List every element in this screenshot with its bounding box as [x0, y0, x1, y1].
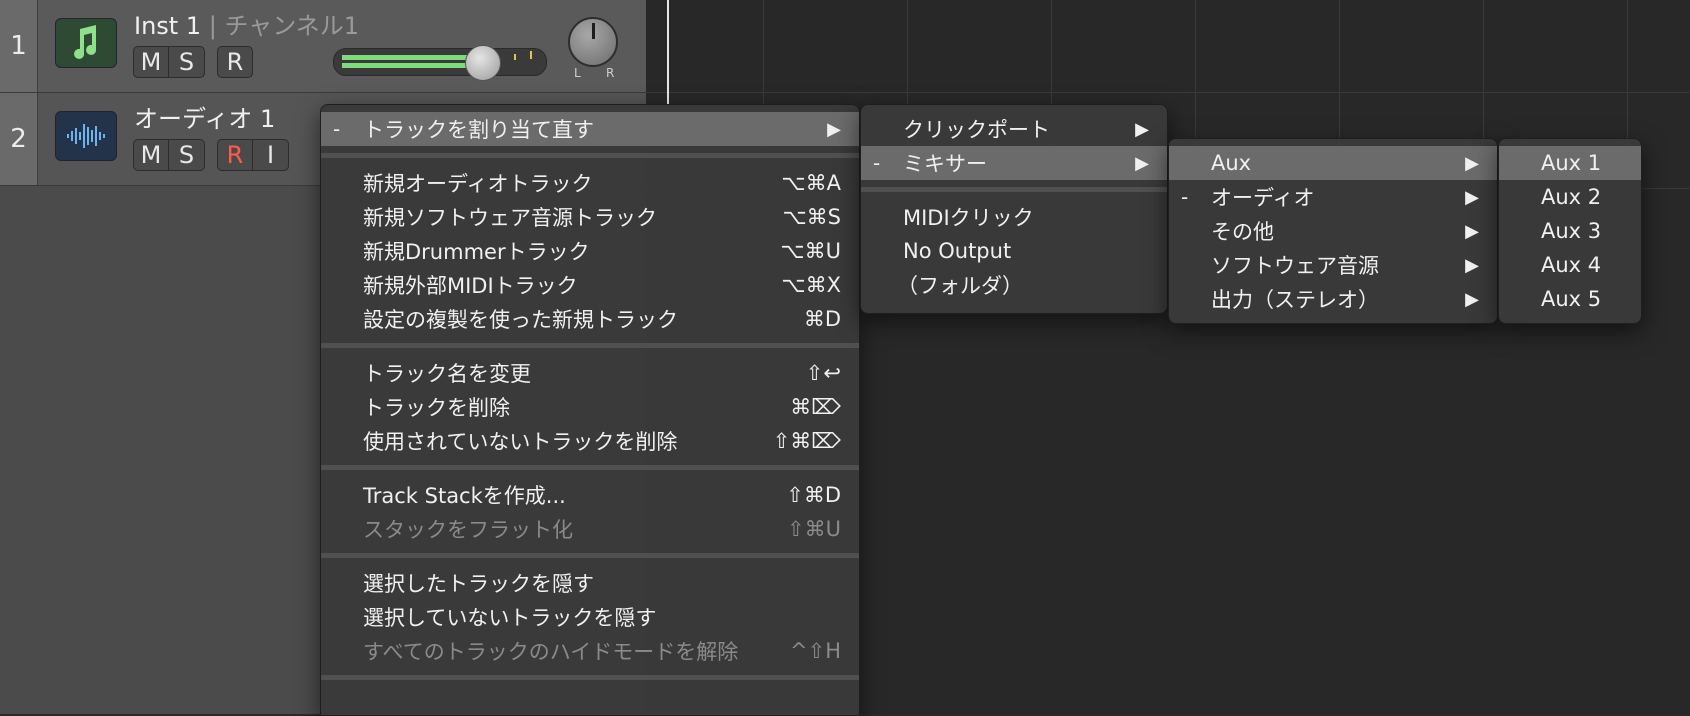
playhead[interactable] [667, 0, 669, 104]
peak-indicator [530, 51, 532, 59]
track-row-inst1[interactable]: 1 Inst 1 | チャンネル1 M S R L R [0, 0, 646, 93]
menu-item-hide-selected-tracks[interactable]: 選択したトラックを隠す [321, 566, 859, 600]
menu-separator [321, 675, 859, 680]
mute-button[interactable]: M [133, 139, 169, 171]
menu-item-reassign-track[interactable]: - トラックを割り当て直す ▶ [321, 112, 859, 146]
pan-knob[interactable] [568, 17, 618, 67]
track-number: 2 [0, 93, 38, 185]
menu-item-new-track-duplicate-settings[interactable]: 設定の複製を使った新規トラック ⌘D [321, 302, 859, 336]
record-enable-button[interactable]: R [217, 139, 253, 171]
fader-handle[interactable] [465, 45, 501, 81]
menu-item-aux-5[interactable]: Aux 5 [1499, 282, 1641, 316]
track-context-menu: - トラックを割り当て直す ▶ 新規オーディオトラック ⌥⌘A 新規ソフトウェア… [320, 104, 860, 716]
submenu-arrow-icon: ▶ [1465, 152, 1479, 174]
menu-item-hide-unselected-tracks[interactable]: 選択していないトラックを隠す [321, 600, 859, 634]
pan-left-label: L [574, 66, 581, 80]
menu-item-audio[interactable]: - オーディオ ▶ [1169, 180, 1497, 214]
reassign-submenu: クリックポート ▶ - ミキサー ▶ MIDIクリック No Output （フ… [860, 104, 1168, 314]
solo-button[interactable]: S [169, 139, 205, 171]
pan-right-label: R [606, 66, 615, 80]
menu-separator [321, 553, 859, 558]
menu-item-other[interactable]: その他 ▶ [1169, 214, 1497, 248]
menu-item-output-stereo[interactable]: 出力（ステレオ） ▶ [1169, 282, 1497, 316]
record-enable-button[interactable]: R [217, 46, 253, 78]
menu-item-aux-2[interactable]: Aux 2 [1499, 180, 1641, 214]
aux-submenu: Aux 1 Aux 2 Aux 3 Aux 4 Aux 5 [1498, 138, 1642, 324]
menu-item-folder[interactable]: （フォルダ） [861, 268, 1167, 302]
menu-item-midi-click[interactable]: MIDIクリック [861, 200, 1167, 234]
menu-item-no-output[interactable]: No Output [861, 234, 1167, 268]
menu-item-rename-track[interactable]: トラック名を変更 ⇧↩ [321, 356, 859, 390]
track-name: オーディオ 1 [134, 105, 276, 133]
menu-item-aux-3[interactable]: Aux 3 [1499, 214, 1641, 248]
waveform-icon [55, 111, 117, 161]
mixer-submenu: Aux ▶ - オーディオ ▶ その他 ▶ ソフトウェア音源 ▶ 出力（ステレオ… [1168, 138, 1498, 324]
menu-item-delete-track[interactable]: トラックを削除 ⌘⌦ [321, 390, 859, 424]
level-meter-right [342, 63, 482, 68]
menu-separator [321, 343, 859, 348]
volume-fader[interactable] [333, 45, 547, 81]
menu-item-delete-unused-tracks[interactable]: 使用されていないトラックを削除 ⇧⌘⌦ [321, 424, 859, 458]
menu-item-create-track-stack[interactable]: Track Stackを作成... ⇧⌘D [321, 478, 859, 512]
menu-item-new-drummer-track[interactable]: 新規Drummerトラック ⌥⌘U [321, 234, 859, 268]
submenu-arrow-icon: ▶ [1465, 220, 1479, 242]
menu-item-mixer[interactable]: - ミキサー ▶ [861, 146, 1167, 180]
menu-item-new-software-track[interactable]: 新規ソフトウェア音源トラック ⌥⌘S [321, 200, 859, 234]
menu-item-software-instrument[interactable]: ソフトウェア音源 ▶ [1169, 248, 1497, 282]
menu-separator [321, 465, 859, 470]
music-note-icon [55, 18, 117, 68]
menu-separator [321, 153, 859, 158]
submenu-arrow-icon: ▶ [1465, 288, 1479, 310]
track-buttons: M S R I [133, 139, 289, 171]
menu-separator [861, 187, 1167, 192]
submenu-arrow-icon: ▶ [827, 118, 841, 140]
menu-item-unhide-all-tracks: すべてのトラックのハイドモードを解除 ^⇧H [363, 639, 841, 664]
menu-item-aux-4[interactable]: Aux 4 [1499, 248, 1641, 282]
menu-item-new-audio-track[interactable]: 新規オーディオトラック ⌥⌘A [321, 166, 859, 200]
menu-item-new-external-midi-track[interactable]: 新規外部MIDIトラック ⌥⌘X [321, 268, 859, 302]
track-number: 1 [0, 0, 38, 92]
input-monitoring-button[interactable]: I [253, 139, 289, 171]
menu-item-aux[interactable]: Aux ▶ [1169, 146, 1497, 180]
mute-button[interactable]: M [133, 46, 169, 78]
menu-item-click-port[interactable]: クリックポート ▶ [861, 112, 1167, 146]
submenu-arrow-icon: ▶ [1135, 118, 1149, 140]
menu-item-flatten-stack: スタックをフラット化 ⇧⌘U [363, 517, 841, 542]
menu-item-aux-1[interactable]: Aux 1 [1499, 146, 1641, 180]
submenu-arrow-icon: ▶ [1465, 254, 1479, 276]
submenu-arrow-icon: ▶ [1465, 186, 1479, 208]
track-lane-divider [646, 92, 1690, 93]
submenu-arrow-icon: ▶ [1135, 152, 1149, 174]
track-buttons: M S R [133, 46, 253, 78]
solo-button[interactable]: S [169, 46, 205, 78]
track-name: Inst 1 | チャンネル1 [134, 12, 360, 40]
peak-indicator [514, 54, 516, 60]
